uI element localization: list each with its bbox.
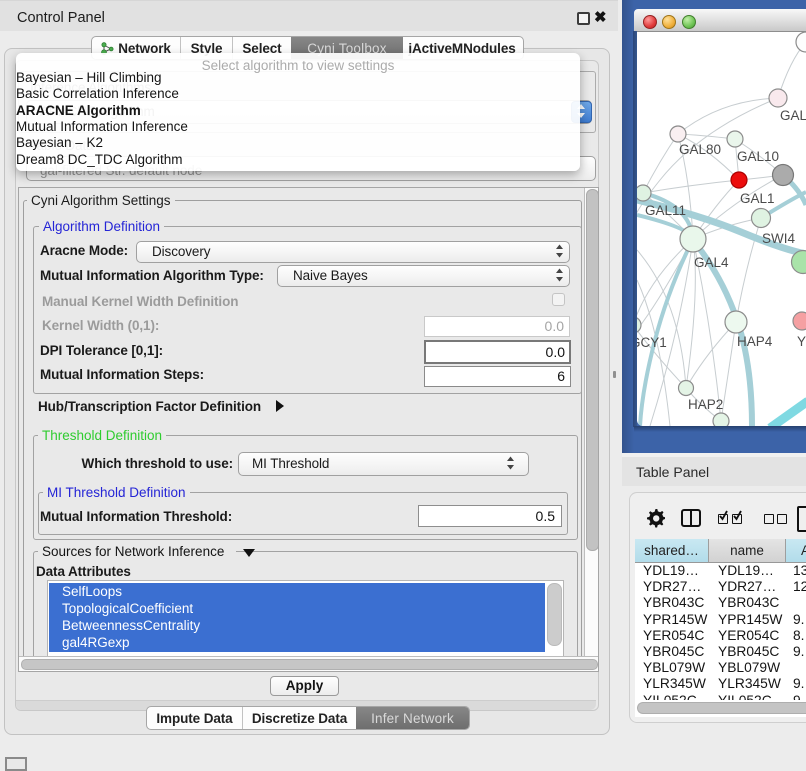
svg-text:HAP2: HAP2: [688, 397, 723, 412]
svg-text:HAP4: HAP4: [737, 334, 773, 349]
svg-text:GAL80: GAL80: [679, 142, 721, 157]
svg-text:SWI4: SWI4: [762, 231, 795, 246]
svg-text:YL: YL: [797, 334, 806, 349]
svg-text:GAL7: GAL7: [780, 108, 806, 123]
svg-text:GAL10: GAL10: [737, 149, 779, 164]
svg-text:GCY1: GCY1: [637, 335, 667, 350]
svg-text:GAL4: GAL4: [694, 255, 729, 270]
svg-text:GAL1: GAL1: [740, 191, 775, 206]
svg-text:GAL11: GAL11: [645, 203, 686, 218]
